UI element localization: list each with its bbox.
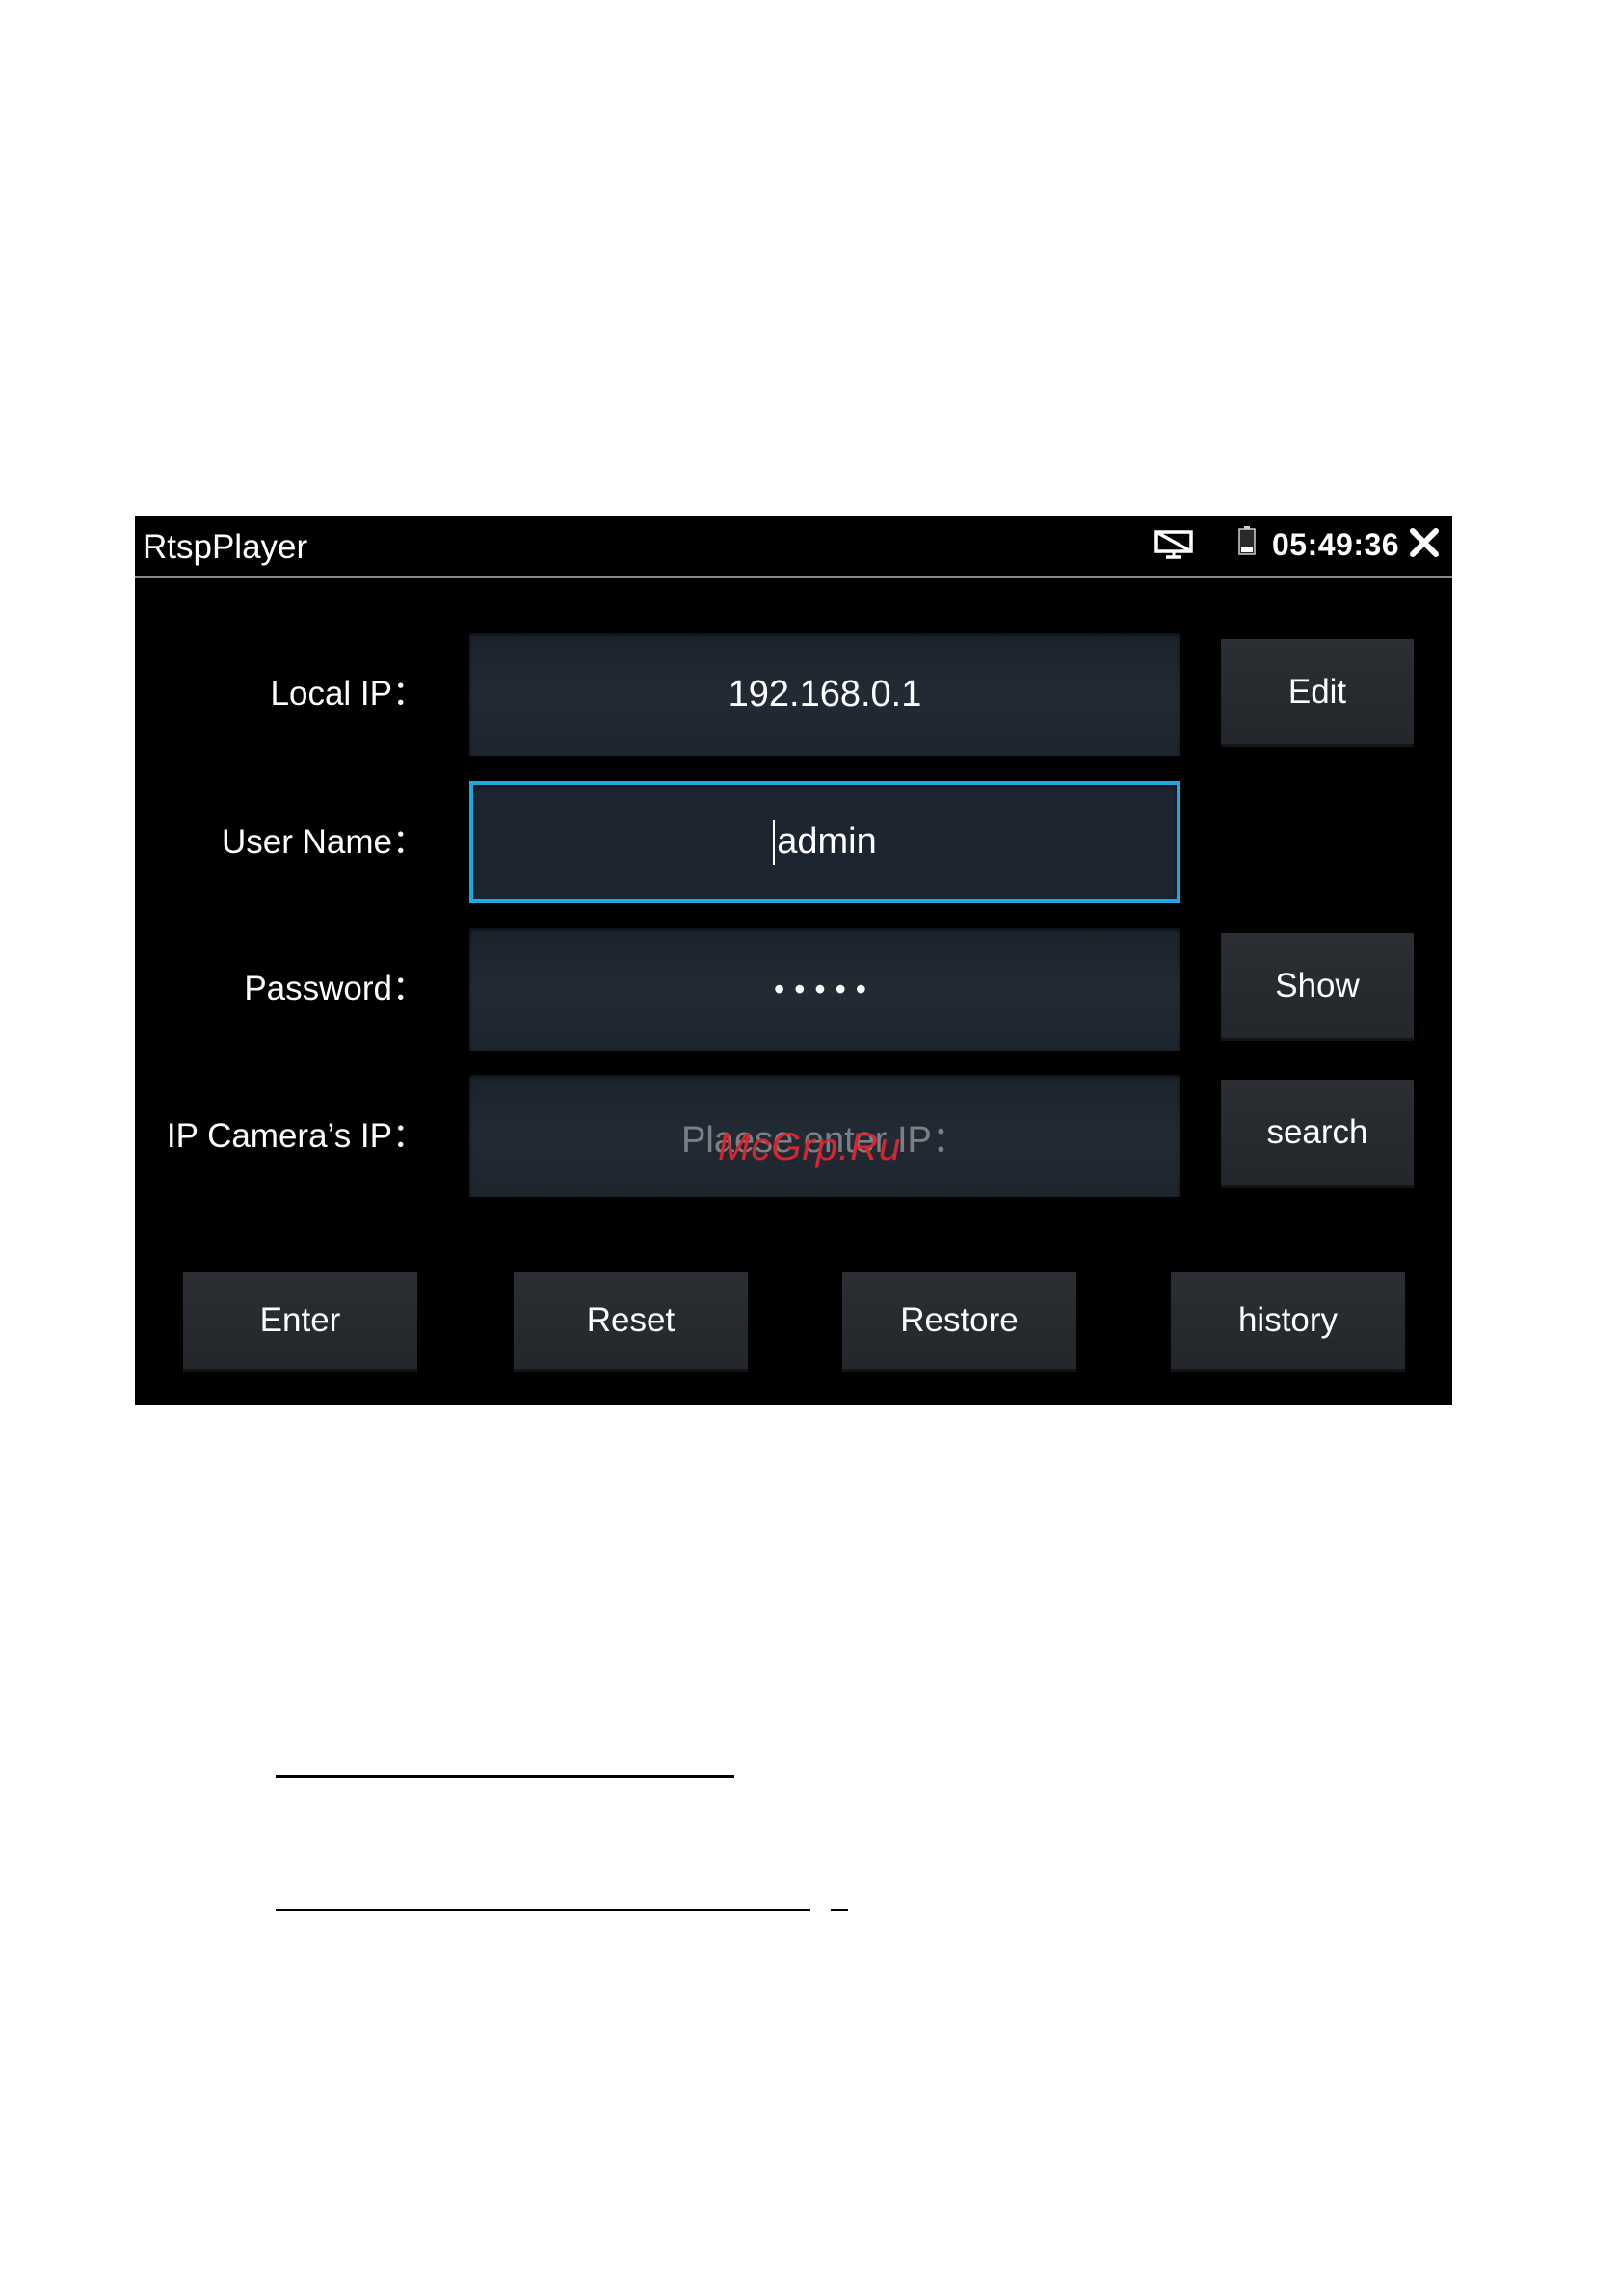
local-ip-label: Local IP： — [270, 675, 426, 712]
app-title: RtspPlayer — [143, 528, 308, 566]
clock: 05:49:36 — [1272, 527, 1400, 562]
close-icon[interactable] — [1409, 527, 1440, 558]
camera-ip-label: IP Camera’s IP： — [166, 1117, 426, 1155]
edit-button[interactable]: Edit — [1221, 639, 1414, 747]
camera-ip-input[interactable]: Plaese enter IP： — [469, 1075, 1180, 1197]
document-underline — [276, 1775, 734, 1778]
user-name-label: User Name： — [222, 823, 426, 861]
user-name-value: admin — [777, 821, 877, 862]
screen-off-icon — [1154, 530, 1193, 559]
restore-button[interactable]: Restore — [842, 1272, 1076, 1372]
document-underline — [831, 1909, 848, 1911]
history-button[interactable]: history — [1171, 1272, 1405, 1372]
password-label: Password： — [244, 970, 426, 1007]
search-button[interactable]: search — [1221, 1080, 1414, 1188]
password-mask: ••••• — [773, 972, 876, 1006]
enter-button[interactable]: Enter — [183, 1272, 417, 1372]
text-caret — [773, 819, 776, 865]
password-input[interactable]: ••••• — [469, 928, 1180, 1051]
user-name-input[interactable]: admin — [469, 781, 1180, 903]
rtsp-player-screen: RtspPlayer 05:49:36 Local IP： 192.168.0.… — [135, 516, 1452, 1405]
local-ip-field[interactable]: 192.168.0.1 — [469, 633, 1180, 756]
local-ip-value: 192.168.0.1 — [728, 674, 922, 714]
reset-button[interactable]: Reset — [514, 1272, 748, 1372]
battery-icon — [1238, 526, 1256, 555]
document-underline — [276, 1909, 810, 1911]
camera-ip-placeholder: Plaese enter IP： — [681, 1120, 968, 1161]
title-bar: RtspPlayer 05:49:36 — [135, 516, 1452, 578]
show-password-button[interactable]: Show — [1221, 933, 1414, 1041]
